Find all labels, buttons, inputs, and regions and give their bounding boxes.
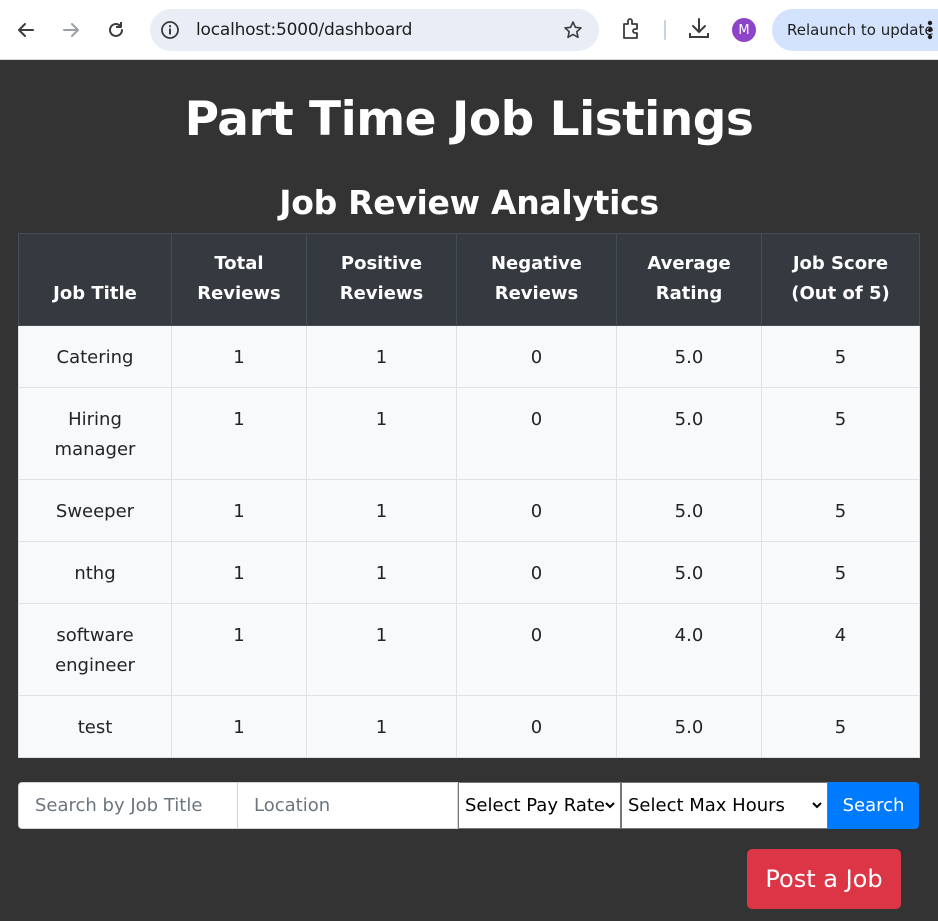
cell-average-rating: 5.0 [616,387,762,480]
cell-job-score: 5 [761,479,920,542]
cell-average-rating: 5.0 [616,479,762,542]
url-text: localhost:5000/dashboard [196,20,413,40]
table-row: Hiring manager 1 1 0 5.0 5 [18,387,920,480]
cell-total-reviews: 1 [171,479,307,542]
table-row: Catering 1 1 0 5.0 5 [18,325,920,388]
reload-button[interactable] [102,14,130,46]
cell-average-rating: 5.0 [616,695,762,758]
cell-positive-reviews: 1 [306,603,457,696]
header-total-reviews: Total Reviews [171,233,307,326]
cell-positive-reviews: 1 [306,479,457,542]
cell-job-title: Catering [18,325,172,388]
cell-job-title: nthg [18,541,172,604]
search-button[interactable]: Search [828,782,919,829]
pay-rate-select[interactable]: Select Pay Rate [458,782,621,829]
chevron-down-icon [605,802,615,809]
more-menu-icon[interactable] [927,20,933,44]
download-icon[interactable] [687,16,711,46]
browser-toolbar: localhost:5000/dashboard M Relaunch to u… [0,0,938,60]
cell-total-reviews: 1 [171,325,307,388]
address-bar[interactable]: localhost:5000/dashboard [150,9,599,51]
cell-total-reviews: 1 [171,541,307,604]
cell-negative-reviews: 0 [456,603,617,696]
cell-negative-reviews: 0 [456,387,617,480]
relaunch-update-button[interactable]: Relaunch to update [772,9,938,51]
cell-job-score: 5 [761,695,920,758]
header-positive-reviews: Positive Reviews [306,233,457,326]
site-info-icon[interactable] [160,20,180,44]
cell-job-score: 4 [761,603,920,696]
post-job-button[interactable]: Post a Job [747,849,901,909]
max-hours-select[interactable]: Select Max Hours [621,782,828,829]
forward-button[interactable] [57,14,85,46]
cell-job-title: test [18,695,172,758]
table-row: nthg 1 1 0 5.0 5 [18,541,920,604]
pay-rate-selected-value: Select Pay Rate [465,795,605,816]
header-job-title: Job Title [18,233,172,326]
cell-job-score: 5 [761,387,920,480]
cell-negative-reviews: 0 [456,695,617,758]
cell-total-reviews: 1 [171,603,307,696]
back-arrow-icon [18,23,34,37]
job-review-analytics-table: Job Title Total Reviews Positive Reviews… [18,233,920,758]
reload-icon [109,22,123,37]
max-hours-selected-value: Select Max Hours [628,795,785,816]
cell-negative-reviews: 0 [456,479,617,542]
page-title: Part Time Job Listings [184,92,754,147]
job-title-search-input[interactable] [18,782,238,829]
job-search-form: Select Pay Rate Select Max Hours Search [18,782,919,829]
cell-positive-reviews: 1 [306,541,457,604]
cell-job-title: Hiring manager [18,387,172,480]
header-average-rating: Average Rating [616,233,762,326]
cell-negative-reviews: 0 [456,325,617,388]
cell-job-score: 5 [761,325,920,388]
header-job-score: Job Score (Out of 5) [761,233,920,326]
cell-average-rating: 4.0 [616,603,762,696]
header-negative-reviews: Negative Reviews [456,233,617,326]
table-row: test 1 1 0 5.0 5 [18,695,920,758]
forward-arrow-icon [63,23,79,37]
relaunch-label: Relaunch to update [787,21,934,39]
extensions-puzzle-icon[interactable] [620,16,644,46]
location-input[interactable] [237,782,458,829]
back-button[interactable] [12,14,40,46]
profile-avatar[interactable]: M [732,18,756,42]
cell-total-reviews: 1 [171,387,307,480]
cell-job-score: 5 [761,541,920,604]
cell-positive-reviews: 1 [306,325,457,388]
table-header-row: Job Title Total Reviews Positive Reviews… [18,233,920,326]
cell-positive-reviews: 1 [306,387,457,480]
cell-positive-reviews: 1 [306,695,457,758]
cell-average-rating: 5.0 [616,325,762,388]
cell-job-title: software engineer [18,603,172,696]
analytics-heading: Job Review Analytics [279,183,659,222]
table-row: software engineer 1 1 0 4.0 4 [18,603,920,696]
table-row: Sweeper 1 1 0 5.0 5 [18,479,920,542]
cell-negative-reviews: 0 [456,541,617,604]
toolbar-separator [664,20,666,40]
cell-total-reviews: 1 [171,695,307,758]
cell-job-title: Sweeper [18,479,172,542]
bookmark-star-icon[interactable] [563,20,583,44]
chevron-down-icon [812,802,822,809]
cell-average-rating: 5.0 [616,541,762,604]
